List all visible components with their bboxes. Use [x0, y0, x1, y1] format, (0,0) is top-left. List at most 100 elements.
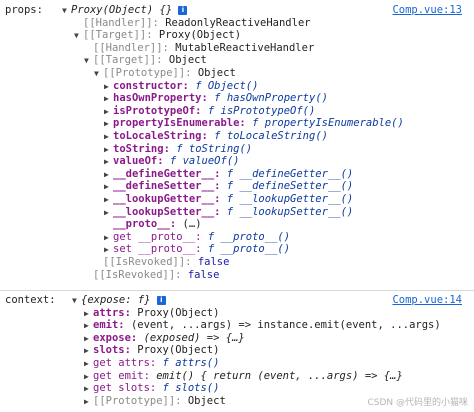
props-tree-row[interactable]: ▶ get __proto__: f __proto__()	[104, 231, 290, 244]
context-tree-row[interactable]: ▶ [[Prototype]]: Object	[84, 395, 226, 408]
props-tree-row[interactable]: ▶ toLocaleString: f toLocaleString()	[104, 130, 328, 143]
function-marker: f	[207, 230, 215, 243]
collapsed-arrow-icon[interactable]: ▶	[104, 231, 113, 244]
collapsed-arrow-icon[interactable]: ▶	[84, 395, 93, 408]
property-value: __lookupGetter__()	[239, 193, 354, 205]
context-tree-row[interactable]: ▶ slots: Proxy(Object)	[84, 344, 219, 357]
collapsed-arrow-icon[interactable]: ▶	[84, 319, 93, 332]
props-tree-row[interactable]: ▶ constructor: f Object()	[104, 80, 258, 93]
property-key: attrs:	[93, 306, 131, 319]
collapsed-arrow-icon[interactable]: ▶	[104, 130, 113, 143]
props-tree-row[interactable]: ▶ propertyIsEnumerable: f propertyIsEnume…	[104, 117, 404, 130]
collapsed-arrow-icon[interactable]: ▶	[104, 168, 113, 181]
context-tree-row[interactable]: ▼ {expose: f} i	[72, 294, 166, 307]
property-key: hasOwnProperty:	[113, 92, 208, 105]
function-marker: f	[226, 180, 234, 193]
props-tree-row[interactable]: ▶ hasOwnProperty: f hasOwnProperty()	[104, 92, 328, 105]
props-tree-row[interactable]: ▶ __lookupGetter__: f __lookupGetter__()	[104, 193, 353, 206]
context-source-link[interactable]: Comp.vue:14	[392, 294, 462, 307]
expanded-arrow-icon[interactable]: ▼	[94, 67, 103, 80]
property-key: [[Handler]]:	[93, 41, 169, 54]
collapsed-arrow-icon[interactable]: ▶	[84, 344, 93, 357]
expanded-arrow-icon[interactable]: ▼	[74, 29, 83, 42]
property-key: __lookupSetter__:	[113, 205, 221, 218]
collapsed-arrow-icon[interactable]: ▶	[104, 180, 113, 193]
context-tree-row[interactable]: ▶ attrs: Proxy(Object)	[84, 307, 219, 320]
props-tree-row[interactable]: ▶ valueOf: f valueOf()	[104, 155, 239, 168]
info-icon[interactable]: i	[178, 5, 188, 15]
property-key: [[Prototype]]:	[93, 394, 182, 407]
collapsed-arrow-icon[interactable]: ▶	[104, 143, 113, 156]
collapsed-arrow-icon[interactable]: ▶	[104, 105, 113, 118]
property-key: get emit:	[93, 369, 150, 382]
property-value: toLocaleString()	[226, 130, 328, 142]
property-key: [[Handler]]:	[83, 16, 159, 29]
property-key: constructor:	[113, 79, 189, 92]
props-tree-row[interactable]: ▶ isPrototypeOf: f isPrototypeOf()	[104, 105, 315, 118]
props-tree-row[interactable]: ▼ [[Target]]: Object	[84, 54, 207, 67]
expanded-arrow-icon[interactable]: ▼	[62, 4, 71, 17]
context-tree-row[interactable]: ▶ expose: (exposed) => {…}	[84, 332, 245, 345]
context-tree-row[interactable]: ▶ get slots: f slots()	[84, 382, 219, 395]
collapsed-arrow-icon[interactable]: ▶	[104, 155, 113, 168]
expanded-arrow-icon[interactable]: ▼	[84, 54, 93, 67]
property-value: ReadonlyReactiveHandler	[165, 16, 311, 29]
collapsed-arrow-icon[interactable]: ▶	[84, 357, 93, 370]
property-value: toString()	[188, 142, 253, 155]
collapsed-arrow-icon[interactable]: ▶	[84, 332, 93, 345]
property-key: __defineSetter__:	[113, 180, 221, 193]
collapsed-arrow-icon[interactable]: ▶	[104, 206, 113, 219]
props-tree-row[interactable]: ▼ Proxy(Object) {} i	[62, 4, 188, 17]
props-source-link[interactable]: Comp.vue:13	[392, 4, 462, 17]
collapsed-arrow-icon[interactable]: ▶	[84, 370, 93, 383]
property-value: Object	[197, 67, 236, 79]
property-key: [[Target]]:	[83, 29, 153, 42]
props-tree-row: ▶[[IsRevoked]]: false	[94, 256, 229, 269]
props-tree-row[interactable]: ▶ set __proto__: f __proto__()	[104, 243, 290, 256]
entry-divider	[0, 290, 474, 291]
context-tree-row[interactable]: ▶ get emit: emit() { return (event, ...ar…	[84, 370, 403, 383]
collapsed-arrow-icon[interactable]: ▶	[104, 92, 113, 105]
props-tree-row[interactable]: ▶ __defineGetter__: f __defineGetter__()	[104, 168, 353, 181]
expanded-arrow-icon[interactable]: ▼	[72, 294, 81, 307]
info-icon[interactable]: i	[156, 295, 166, 305]
props-tree-row: ▶[[Handler]]: ReadonlyReactiveHandler	[74, 17, 311, 30]
props-tree-row[interactable]: ▶ __defineSetter__: f __defineSetter__()	[104, 180, 353, 193]
property-key: toString:	[113, 142, 170, 155]
function-marker: f	[176, 142, 183, 155]
props-tree-row[interactable]: ▼ [[Target]]: Proxy(Object)	[74, 29, 241, 42]
property-value: attrs()	[175, 357, 220, 369]
property-value: __defineGetter__()	[239, 167, 354, 180]
property-value: (…)	[182, 218, 202, 231]
collapsed-arrow-icon[interactable]: ▶	[84, 307, 93, 320]
collapsed-arrow-icon[interactable]: ▶	[104, 80, 113, 93]
function-marker: f	[226, 193, 234, 205]
property-value: (event, ...args) => instance.emit(event,…	[130, 319, 441, 332]
property-value: Object()	[207, 79, 259, 92]
collapsed-arrow-icon[interactable]: ▶	[84, 382, 93, 395]
props-tree-row: ▶[[Handler]]: MutableReactiveHandler	[84, 42, 314, 55]
property-value: Object	[168, 54, 207, 67]
context-tree-row[interactable]: ▶ emit: (event, ...args) => instance.emit…	[84, 319, 441, 332]
property-value: (exposed) => {…}	[143, 331, 245, 344]
props-tree-row: ▶__proto__: (…)	[104, 218, 202, 231]
property-value: Proxy(Object)	[137, 306, 220, 319]
property-key: [[Prototype]]:	[103, 67, 192, 79]
props-tree-row[interactable]: ▶ toString: f toString()	[104, 143, 252, 156]
function-marker: f	[226, 167, 234, 180]
property-value: __proto__()	[220, 230, 291, 243]
function-marker: f	[162, 382, 169, 395]
props-tree-row[interactable]: ▶ __lookupSetter__: f __lookupSetter__()	[104, 206, 353, 219]
collapsed-arrow-icon[interactable]: ▶	[104, 193, 113, 206]
property-value: __lookupSetter__()	[239, 205, 354, 218]
props-tree-row[interactable]: ▼ [[Prototype]]: Object	[94, 67, 236, 80]
property-value: Proxy(Object)	[158, 29, 242, 42]
collapsed-arrow-icon[interactable]: ▶	[104, 243, 113, 256]
function-marker: f	[162, 357, 169, 369]
context-label: context:	[5, 294, 56, 306]
property-value: isPrototypeOf()	[220, 104, 316, 117]
function-marker: f	[195, 79, 202, 92]
collapsed-arrow-icon[interactable]: ▶	[104, 117, 113, 130]
context-tree-row[interactable]: ▶ get attrs: f attrs()	[84, 357, 219, 370]
property-key: propertyIsEnumerable:	[113, 117, 246, 130]
